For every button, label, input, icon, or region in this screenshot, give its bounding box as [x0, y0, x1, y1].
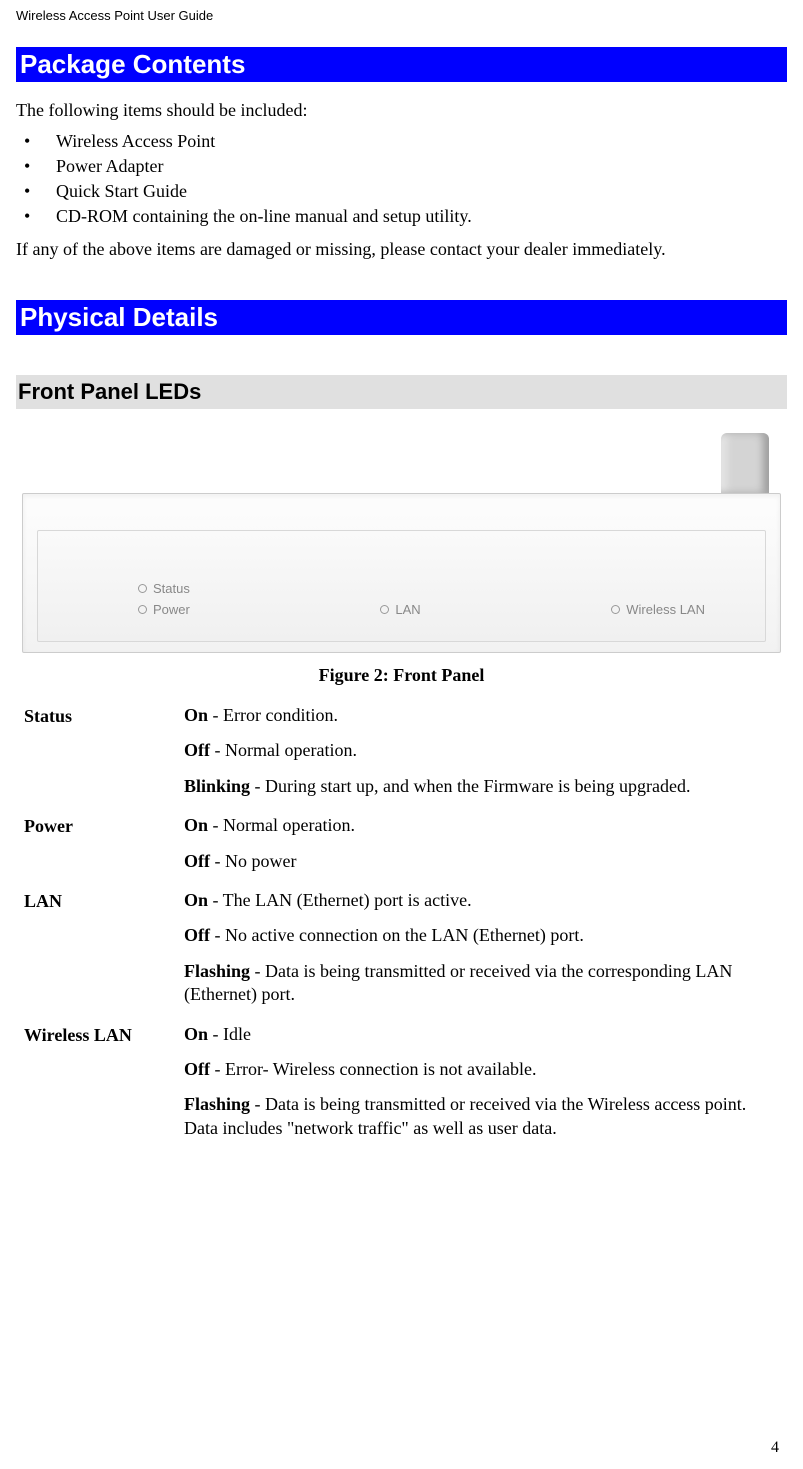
led-table-label-status: Status [24, 704, 174, 814]
led-table-label-power: Power [24, 814, 174, 889]
led-wlan: Wireless LAN [611, 602, 705, 617]
led-circle-icon [380, 605, 389, 614]
led-line: Blinking - During start up, and when the… [184, 775, 779, 798]
led-circle-icon [611, 605, 620, 614]
led-text: - Idle [208, 1024, 251, 1044]
led-text: - Error- Wireless connection is not avai… [210, 1059, 536, 1079]
led-state: Off [184, 851, 210, 871]
led-line: Flashing - Data is being transmitted or … [184, 1093, 779, 1140]
led-table-label-wlan: Wireless LAN [24, 1023, 174, 1157]
led-line: Off - Normal operation. [184, 739, 779, 762]
led-text: - No active connection on the LAN (Ether… [210, 925, 584, 945]
led-line: On - Normal operation. [184, 814, 779, 837]
led-state: On [184, 815, 208, 835]
section-physical-details: Physical Details [16, 300, 787, 335]
led-label: LAN [395, 602, 420, 617]
led-table-label-lan: LAN [24, 889, 174, 1023]
led-text: - Data is being transmitted or received … [184, 961, 732, 1004]
led-text: - Normal operation. [210, 740, 357, 760]
led-label: Power [153, 602, 190, 617]
led-state: Flashing [184, 961, 250, 981]
led-text: - The LAN (Ethernet) port is active. [208, 890, 472, 910]
led-table: Status On - Error condition. Off - Norma… [16, 704, 787, 1156]
package-list: Wireless Access Point Power Adapter Quic… [16, 129, 787, 229]
led-state: Off [184, 1059, 210, 1079]
led-state: Flashing [184, 1094, 250, 1114]
led-col-left: Status Power [138, 581, 190, 617]
subsection-front-panel-leds: Front Panel LEDs [16, 375, 787, 409]
led-label: Status [153, 581, 190, 596]
led-line: On - Idle [184, 1023, 779, 1046]
device-inner-graphic: Status Power LAN Wireless LAN [37, 530, 766, 642]
led-table-desc: On - Error condition. Off - Normal opera… [184, 704, 779, 814]
led-table-desc: On - The LAN (Ethernet) port is active. … [184, 889, 779, 1023]
list-item: Wireless Access Point [16, 129, 787, 154]
led-line: On - Error condition. [184, 704, 779, 727]
led-state: On [184, 890, 208, 910]
led-status: Status [138, 581, 190, 596]
led-table-desc: On - Normal operation. Off - No power [184, 814, 779, 889]
led-circle-icon [138, 584, 147, 593]
led-state: Off [184, 740, 210, 760]
led-text: - Data is being transmitted or received … [184, 1094, 746, 1137]
led-row: Status Power LAN Wireless LAN [138, 581, 705, 617]
led-line: On - The LAN (Ethernet) port is active. [184, 889, 779, 912]
led-state: Blinking [184, 776, 250, 796]
led-line: Off - No active connection on the LAN (E… [184, 924, 779, 947]
device-body-graphic: Status Power LAN Wireless LAN [22, 493, 781, 653]
list-item: Quick Start Guide [16, 179, 787, 204]
led-table-desc: On - Idle Off - Error- Wireless connecti… [184, 1023, 779, 1157]
led-text: - During start up, and when the Firmware… [250, 776, 690, 796]
list-item: CD-ROM containing the on-line manual and… [16, 204, 787, 229]
list-item: Power Adapter [16, 154, 787, 179]
page-header: Wireless Access Point User Guide [16, 8, 787, 23]
led-text: - Normal operation. [208, 815, 355, 835]
page-number: 4 [771, 1439, 779, 1457]
figure-caption: Figure 2: Front Panel [16, 665, 787, 686]
front-panel-image: Status Power LAN Wireless LAN [16, 433, 787, 653]
section-package-contents: Package Contents [16, 47, 787, 82]
led-power: Power [138, 602, 190, 617]
led-state: Off [184, 925, 210, 945]
led-line: Off - Error- Wireless connection is not … [184, 1058, 779, 1081]
led-text: - No power [210, 851, 296, 871]
led-text: - Error condition. [208, 705, 338, 725]
led-line: Off - No power [184, 850, 779, 873]
led-state: On [184, 705, 208, 725]
led-label: Wireless LAN [626, 602, 705, 617]
led-circle-icon [138, 605, 147, 614]
led-line: Flashing - Data is being transmitted or … [184, 960, 779, 1007]
package-outro: If any of the above items are damaged or… [16, 239, 787, 260]
package-intro: The following items should be included: [16, 100, 787, 121]
led-lan: LAN [380, 602, 420, 617]
antenna-graphic [721, 433, 769, 493]
led-state: On [184, 1024, 208, 1044]
